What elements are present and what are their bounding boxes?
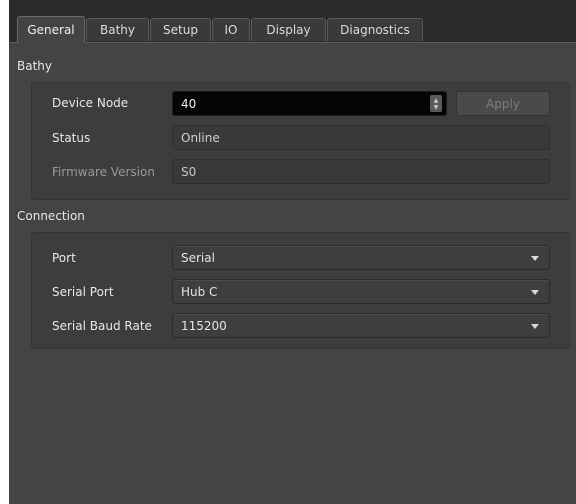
connection-section-title: Connection	[17, 209, 85, 223]
apply-button-label: Apply	[486, 96, 520, 111]
device-node-value: 40	[181, 96, 197, 111]
spin-arrows-icon[interactable]: ▲ ▼	[430, 95, 442, 112]
device-node-label: Device Node	[52, 96, 129, 110]
tab-display-label: Display	[266, 23, 311, 37]
general-pane: Bathy Device Node 40 ▲ ▼ Apply Status On…	[9, 42, 576, 504]
chevron-down-icon[interactable]	[531, 324, 539, 329]
chevron-down-icon[interactable]	[531, 256, 539, 261]
serial-port-label: Serial Port	[52, 285, 114, 299]
firmware-version-value: S0	[181, 164, 197, 179]
spin-up-icon[interactable]: ▲	[434, 97, 439, 104]
tab-io[interactable]: IO	[212, 18, 250, 41]
bathy-section-title: Bathy	[17, 59, 52, 73]
tab-setup[interactable]: Setup	[150, 18, 211, 41]
tab-general[interactable]: General	[17, 16, 85, 43]
port-value: Serial	[181, 250, 215, 265]
tab-bathy[interactable]: Bathy	[86, 18, 149, 41]
serial-baud-rate-value: 115200	[181, 318, 227, 333]
serial-baud-rate-label: Serial Baud Rate	[52, 319, 152, 333]
serial-baud-rate-dropdown[interactable]: 115200	[172, 313, 550, 338]
tab-display[interactable]: Display	[251, 18, 326, 41]
firmware-version-label: Firmware Version	[52, 165, 155, 179]
firmware-version-field: S0	[172, 159, 550, 184]
spin-down-icon[interactable]: ▼	[434, 104, 439, 111]
tab-bar: General Bathy Setup IO Display Diagnosti…	[9, 16, 576, 43]
settings-window: General Bathy Setup IO Display Diagnosti…	[9, 0, 576, 504]
connection-group: Port Serial Serial Port Hub C Serial Bau…	[31, 232, 570, 349]
tab-bathy-label: Bathy	[100, 23, 135, 37]
tab-diagnostics[interactable]: Diagnostics	[327, 18, 423, 41]
serial-port-dropdown[interactable]: Hub C	[172, 279, 550, 304]
tab-setup-label: Setup	[163, 23, 198, 37]
port-dropdown[interactable]: Serial	[172, 245, 550, 270]
serial-port-value: Hub C	[181, 284, 218, 299]
device-node-spinbox[interactable]: 40 ▲ ▼	[172, 91, 447, 116]
port-label: Port	[52, 251, 76, 265]
bathy-group: Device Node 40 ▲ ▼ Apply Status Online F…	[31, 82, 570, 200]
tab-diagnostics-label: Diagnostics	[340, 23, 410, 37]
tab-io-label: IO	[224, 23, 238, 37]
status-label: Status	[52, 131, 91, 145]
status-value: Online	[181, 130, 220, 145]
apply-button[interactable]: Apply	[456, 91, 550, 116]
tab-general-label: General	[27, 23, 75, 37]
chevron-down-icon[interactable]	[531, 290, 539, 295]
status-field: Online	[172, 125, 550, 150]
